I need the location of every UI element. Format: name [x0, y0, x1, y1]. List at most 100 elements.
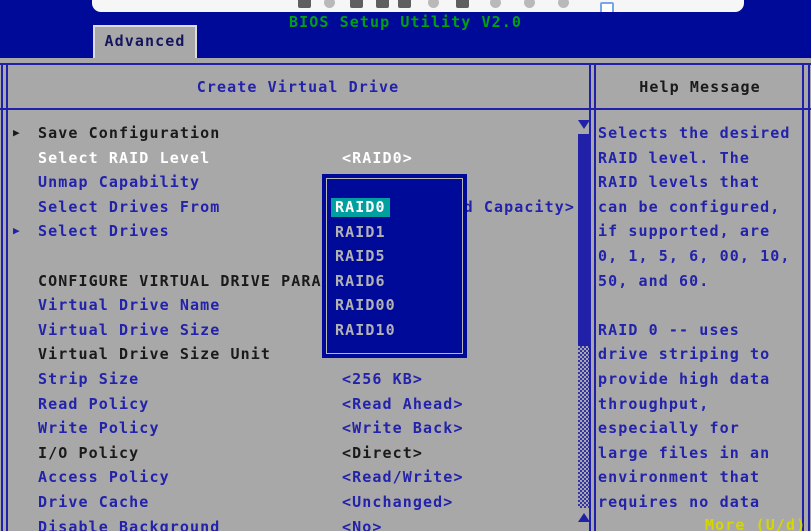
popup-item[interactable]: RAID0	[331, 196, 461, 221]
menu-row[interactable]: ▶ Save Configuration	[8, 121, 577, 146]
help-line: provide high data	[598, 367, 802, 392]
scroll-down-arrow-icon[interactable]	[578, 120, 590, 129]
help-line: 0, 1, 5, 6, 00, 10,	[598, 244, 802, 269]
popup-item-label: RAID1	[331, 223, 390, 242]
help-line: RAID level. The	[598, 146, 802, 171]
menu-row[interactable]: Drive Cache <Unchanged>	[8, 490, 577, 515]
menu-row-label: Save Configuration	[38, 121, 220, 146]
menu-row-value: <No>	[342, 515, 383, 531]
menu-row-value: <RAID0>	[342, 146, 413, 171]
menu-row[interactable]: I/O Policy<Direct>	[8, 441, 577, 466]
menu-row-label: Unmap Capability	[38, 170, 200, 195]
tab-advanced[interactable]: Advanced	[93, 25, 197, 58]
raid-level-popup: RAID0 RAID1 RAID5 RAID6 RAID00 RAID10	[322, 174, 467, 358]
toolbar-icon[interactable]	[398, 0, 411, 8]
bios-screen: BIOS Setup Utility V2.0 Advanced Create …	[0, 0, 811, 531]
menu-row-label: Select RAID Level	[38, 146, 210, 171]
scroll-up-arrow-icon[interactable]	[578, 513, 590, 522]
menu-row-label: Virtual Drive Name	[38, 293, 220, 318]
menu-row[interactable]: Disable Background<No>	[8, 515, 577, 531]
help-line: can be configured,	[598, 195, 802, 220]
menu-row[interactable]: Strip Size <256 KB>	[8, 367, 577, 392]
help-more-indicator: More (U/d)	[705, 516, 806, 531]
menu-row-label: Virtual Drive Size Unit	[38, 342, 271, 367]
help-line: drive striping to	[598, 342, 802, 367]
popup-item-label: RAID6	[331, 272, 390, 291]
frame-header-line	[0, 108, 811, 110]
help-line: Selects the desired	[598, 121, 802, 146]
menu-row[interactable]: Virtual Drive Size	[8, 318, 577, 343]
remote-console-toolbar	[92, 0, 744, 12]
help-title: Help Message	[596, 77, 804, 97]
menu-row-label: Write Policy	[38, 416, 160, 441]
help-line: 50, and 60.	[598, 269, 802, 294]
popup-item-label: RAID5	[331, 247, 390, 266]
submenu-arrow-icon: ▶	[13, 219, 20, 244]
menu-row-value: <256 KB>	[342, 367, 423, 392]
popup-item[interactable]: RAID10	[331, 319, 461, 344]
page-title: Create Virtual Drive	[7, 77, 589, 97]
scrollbar-track[interactable]	[578, 346, 589, 508]
frame-divider-left	[589, 63, 591, 531]
menu-row-label: Strip Size	[38, 367, 139, 392]
menu-row-label: Access Policy	[38, 465, 170, 490]
popup-item-label: RAID0	[331, 198, 390, 217]
scrollbar-thumb[interactable]	[578, 134, 589, 346]
menu-row-value: <Write Back>	[342, 416, 464, 441]
menu-row-label: I/O Policy	[38, 441, 139, 466]
menu-row-value: <Read/Write>	[342, 465, 464, 490]
checkbox-icon[interactable]	[600, 2, 614, 12]
help-line: requires no data	[598, 490, 802, 515]
frame-right-inner	[802, 63, 804, 531]
toolbar-icon[interactable]	[298, 0, 311, 8]
menu-row[interactable]: Access Policy <Read/Write>	[8, 465, 577, 490]
menu-row[interactable]: Select Drives From<Unconfigured Capacity…	[8, 195, 577, 220]
help-line: RAID 0 -- uses	[598, 318, 802, 343]
menu-row-value: <Unchanged>	[342, 490, 453, 515]
menu-row[interactable]: Virtual Drive Name	[8, 293, 577, 318]
popup-item-label: RAID10	[331, 321, 400, 340]
menu-row[interactable]: ▶ Select Drives	[8, 219, 577, 244]
popup-item[interactable]: RAID00	[331, 294, 461, 319]
toolbar-icon[interactable]	[558, 0, 569, 8]
menu-row[interactable]: Write Policy <Write Back>	[8, 416, 577, 441]
frame-divider-right	[594, 63, 596, 531]
toolbar-icon[interactable]	[524, 0, 535, 8]
toolbar-icon[interactable]	[376, 0, 389, 8]
menu-row-label: Select Drives	[38, 219, 170, 244]
toolbar-icon[interactable]	[324, 0, 335, 8]
menu-row[interactable]: Virtual Drive Size Unit	[8, 342, 577, 367]
menu-row[interactable]: Read Policy <Read Ahead>	[8, 392, 577, 417]
settings-list: ▶ Save ConfigurationSelect RAID Level <RAI…	[8, 121, 577, 531]
frame-left-outer	[1, 63, 3, 531]
menu-row-label: Virtual Drive Size	[38, 318, 220, 343]
help-line: if supported, are	[598, 219, 802, 244]
help-line: throughput,	[598, 392, 802, 417]
menu-row-label: Drive Cache	[38, 490, 149, 515]
menu-row-label: Read Policy	[38, 392, 149, 417]
popup-item[interactable]: RAID6	[331, 270, 461, 295]
menu-row-label: Select Drives From	[38, 195, 220, 220]
toolbar-icon[interactable]	[490, 0, 501, 8]
menu-row[interactable]: CONFIGURE VIRTUAL DRIVE PARAMETERS:	[8, 269, 577, 294]
help-line: environment that	[598, 465, 802, 490]
menu-row[interactable]: Unmap Capability	[8, 170, 577, 195]
help-line: especially for	[598, 416, 802, 441]
frame-right-outer	[808, 63, 810, 531]
help-line: large files in an	[598, 441, 802, 466]
popup-item-list: RAID0 RAID1 RAID5 RAID6 RAID00 RAID10	[331, 196, 461, 344]
submenu-arrow-icon: ▶	[13, 121, 20, 146]
toolbar-icon[interactable]	[456, 0, 469, 8]
menu-row	[8, 244, 577, 269]
toolbar-icon[interactable]	[428, 0, 439, 8]
menu-row-value: <Read Ahead>	[342, 392, 464, 417]
popup-item[interactable]: RAID1	[331, 221, 461, 246]
help-line	[598, 293, 802, 318]
popup-item-label: RAID00	[331, 296, 400, 315]
frame-top-line	[0, 63, 811, 65]
help-line: RAID levels that	[598, 170, 802, 195]
help-message-text: Selects the desiredRAID level. TheRAID l…	[598, 121, 802, 515]
toolbar-icon[interactable]	[350, 0, 363, 8]
menu-row[interactable]: Select RAID Level <RAID0>	[8, 146, 577, 171]
popup-item[interactable]: RAID5	[331, 245, 461, 270]
